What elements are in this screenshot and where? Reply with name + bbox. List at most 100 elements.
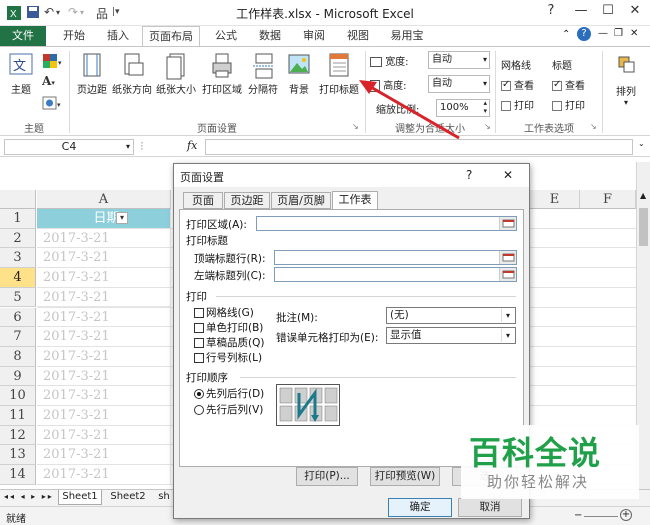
row-header[interactable]: 5 bbox=[0, 287, 36, 308]
row-header[interactable]: 2 bbox=[0, 228, 36, 249]
scale-launcher-icon[interactable]: ↘ bbox=[484, 122, 491, 131]
close-button[interactable]: ✕ bbox=[624, 3, 646, 23]
zoom-slider[interactable] bbox=[584, 516, 618, 517]
dialog-tab-page[interactable]: 页面 bbox=[183, 192, 223, 209]
table-cell[interactable]: 2017-3-21 bbox=[37, 465, 171, 485]
effects-icon[interactable]: ▾ bbox=[42, 95, 62, 111]
sheet-tab-3[interactable]: sh bbox=[154, 490, 174, 505]
size-button[interactable]: 纸张大小 bbox=[153, 51, 199, 96]
errors-select[interactable]: 显示值 ▾ bbox=[386, 327, 516, 344]
scroll-up-icon[interactable]: ▲ bbox=[640, 191, 646, 200]
table-cell[interactable]: 2017-3-21 bbox=[37, 346, 171, 367]
headings-print-checkbox[interactable]: 打印 bbox=[552, 97, 585, 112]
ok-button[interactable]: 确定 bbox=[388, 498, 452, 517]
row-header[interactable]: 14 bbox=[0, 465, 36, 485]
draft-quality-checkbox[interactable]: 草稿品质(Q) bbox=[194, 335, 264, 350]
table-cell[interactable]: 2017-3-21 bbox=[37, 287, 171, 308]
tab-file[interactable]: 文件 bbox=[0, 26, 46, 46]
column-header-f[interactable]: F bbox=[580, 190, 636, 209]
fx-icon[interactable]: fx bbox=[187, 139, 197, 152]
column-header-e[interactable]: E bbox=[530, 190, 580, 209]
comments-select[interactable]: (无) ▾ bbox=[386, 307, 516, 324]
zoom-in-icon[interactable]: + bbox=[620, 509, 632, 521]
colors-icon[interactable]: ▾ bbox=[42, 53, 62, 69]
down-then-over-radio[interactable]: 先列后行(D) bbox=[194, 386, 264, 401]
collapse-dialog-icon[interactable] bbox=[499, 217, 516, 230]
sheet-tab-1[interactable]: Sheet1 bbox=[58, 490, 102, 505]
row-header[interactable]: 12 bbox=[0, 425, 36, 446]
dialog-tab-sheet[interactable]: 工作表 bbox=[332, 191, 378, 210]
tab-formulas[interactable]: 公式 bbox=[206, 26, 246, 46]
headings-view-checkbox[interactable]: 查看 bbox=[552, 77, 585, 92]
table-cell[interactable]: 2017-3-21 bbox=[37, 366, 171, 387]
tab-view[interactable]: 视图 bbox=[338, 26, 378, 46]
arrange-button[interactable]: 排列 ▾ bbox=[606, 53, 646, 107]
print-area-button[interactable]: 打印区域 bbox=[199, 51, 245, 96]
themes-button[interactable]: 文 主题 bbox=[4, 51, 38, 96]
row-header[interactable]: 9 bbox=[0, 366, 36, 387]
tab-easyuse[interactable]: 易用宝 bbox=[384, 26, 430, 46]
row-col-headings-checkbox[interactable]: 行号列标(L) bbox=[194, 350, 262, 365]
top-rows-input[interactable] bbox=[274, 250, 517, 265]
table-cell[interactable]: 2017-3-21 bbox=[37, 268, 171, 288]
breaks-button[interactable]: 分隔符 bbox=[245, 51, 281, 96]
table-cell[interactable]: 2017-3-21 bbox=[37, 248, 171, 269]
workbook-minimize-icon[interactable]: — bbox=[598, 28, 608, 39]
workbook-close-icon[interactable]: ✕ bbox=[630, 28, 638, 39]
table-cell[interactable]: 2017-3-21 bbox=[37, 327, 171, 347]
row-header[interactable]: 10 bbox=[0, 386, 36, 406]
row-header[interactable]: 7 bbox=[0, 327, 36, 347]
table-cell[interactable]: 2017-3-21 bbox=[37, 228, 171, 249]
dialog-tab-header-footer[interactable]: 页眉/页脚 bbox=[271, 192, 331, 209]
left-columns-input[interactable] bbox=[274, 267, 517, 282]
collapse-dialog-icon[interactable] bbox=[499, 251, 516, 264]
gridlines-checkbox[interactable]: 网格线(G) bbox=[194, 305, 254, 320]
spinner-icon[interactable]: ▴ ▾ bbox=[483, 99, 487, 115]
column-header-a[interactable]: A bbox=[37, 190, 171, 209]
expand-formula-icon[interactable]: ⌄ bbox=[638, 139, 645, 148]
scroll-thumb[interactable] bbox=[639, 208, 648, 246]
sheet-options-launcher-icon[interactable]: ↘ bbox=[590, 122, 597, 131]
sheet-nav-icons[interactable]: ◂◂ ◂ ▸ ▸▸ bbox=[4, 492, 54, 501]
table-cell[interactable]: 2017-3-21 bbox=[37, 307, 171, 328]
restore-button[interactable]: ☐ bbox=[597, 3, 619, 23]
filter-dropdown-icon[interactable]: ▾ bbox=[116, 212, 128, 224]
tab-data[interactable]: 数据 bbox=[250, 26, 290, 46]
row-header[interactable]: 6 bbox=[0, 307, 36, 328]
help-icon[interactable]: ? bbox=[540, 3, 562, 23]
gridlines-print-checkbox[interactable]: 打印 bbox=[501, 97, 534, 112]
workbook-restore-icon[interactable]: ❐ bbox=[614, 28, 623, 39]
zoom-out-icon[interactable]: − bbox=[574, 510, 582, 521]
select-all-corner[interactable] bbox=[0, 190, 36, 209]
tab-insert[interactable]: 插入 bbox=[98, 26, 138, 46]
print-button[interactable]: 打印(P)... bbox=[296, 467, 358, 486]
name-box[interactable]: C4 ▾ bbox=[4, 139, 134, 155]
orientation-button[interactable]: 纸张方向 bbox=[111, 51, 153, 96]
row-header[interactable]: 3 bbox=[0, 248, 36, 269]
row-header[interactable]: 13 bbox=[0, 445, 36, 466]
collapse-dialog-icon[interactable] bbox=[499, 268, 516, 281]
table-cell[interactable]: 2017-3-21 bbox=[37, 425, 171, 446]
row-header[interactable]: 1 bbox=[0, 209, 36, 229]
margins-button[interactable]: 页边距 bbox=[73, 51, 111, 96]
table-cell[interactable]: 2017-3-21 bbox=[37, 406, 171, 426]
black-white-checkbox[interactable]: 单色打印(B) bbox=[194, 320, 263, 335]
cancel-button[interactable]: 取消 bbox=[458, 498, 522, 517]
row-header[interactable]: 8 bbox=[0, 346, 36, 367]
row-header[interactable]: 11 bbox=[0, 406, 36, 426]
tab-review[interactable]: 审阅 bbox=[294, 26, 334, 46]
header-cell-date[interactable]: 日期 ▾ bbox=[37, 209, 171, 229]
dialog-close-icon[interactable]: ✕ bbox=[503, 168, 513, 182]
dialog-tab-margins[interactable]: 页边距 bbox=[224, 192, 270, 209]
over-then-down-radio[interactable]: 先行后列(V) bbox=[194, 402, 263, 417]
width-select[interactable]: 自动 ▾ bbox=[428, 51, 490, 69]
row-header[interactable]: 4 bbox=[0, 268, 36, 288]
print-area-input[interactable] bbox=[256, 216, 517, 231]
dialog-help-icon[interactable]: ? bbox=[466, 168, 472, 182]
table-cell[interactable]: 2017-3-21 bbox=[37, 445, 171, 466]
minimize-button[interactable]: — bbox=[570, 3, 592, 23]
tab-home[interactable]: 开始 bbox=[54, 26, 94, 46]
fonts-icon[interactable]: A▾ bbox=[42, 74, 62, 90]
ribbon-collapse-icon[interactable]: ⌃ bbox=[562, 29, 570, 40]
tab-page-layout[interactable]: 页面布局 bbox=[142, 26, 200, 47]
